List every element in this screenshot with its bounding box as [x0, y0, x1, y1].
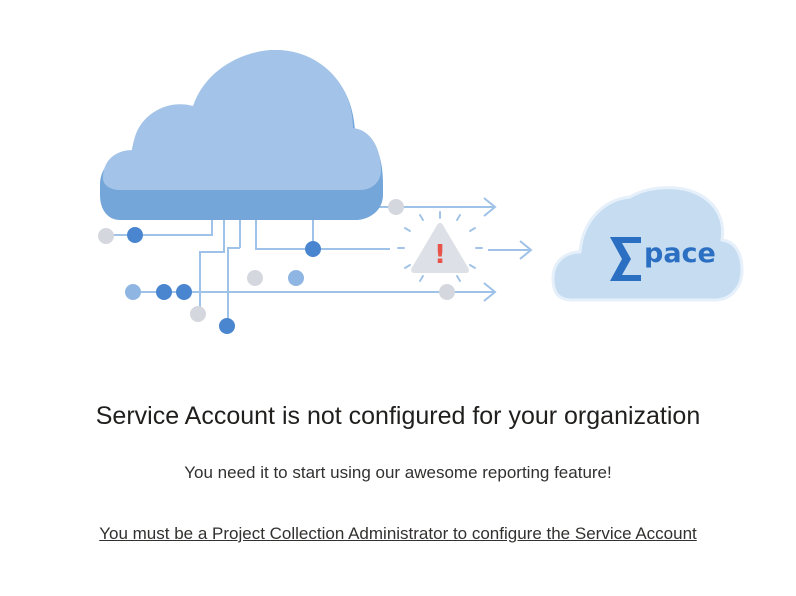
warning-triangle-icon: ! — [397, 211, 483, 282]
service-account-empty-state: ! pace Service Account is not configured… — [0, 0, 796, 596]
brand-name: pace — [644, 238, 716, 269]
warning-symbol: ! — [434, 240, 446, 270]
cloud-network-illustration: ! pace — [98, 50, 744, 334]
page-title: Service Account is not configured for yo… — [95, 402, 701, 430]
admin-requirement-link[interactable]: You must be a Project Collection Adminis… — [0, 524, 796, 544]
page-subtitle: You need it to start using our awesome r… — [184, 463, 612, 482]
pace-logo-icon: pace — [551, 186, 744, 302]
cloud-icon — [100, 50, 383, 220]
